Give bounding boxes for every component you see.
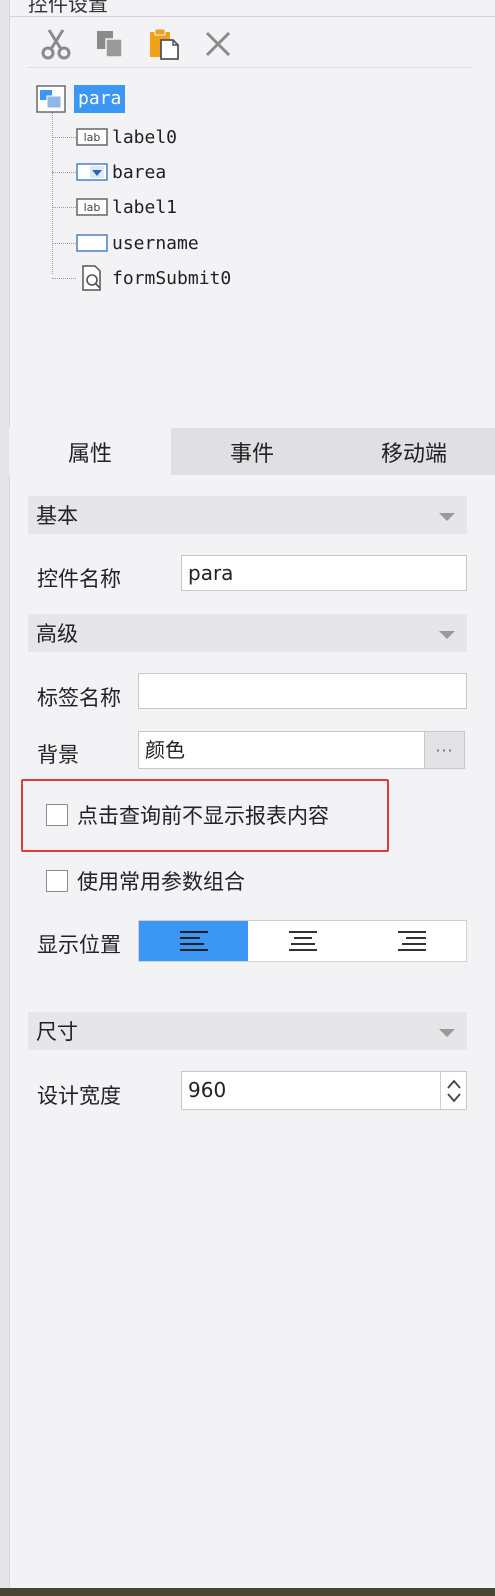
background-input[interactable]: 颜色	[138, 731, 425, 769]
design-width-label: 设计宽度	[37, 1084, 121, 1108]
section-basic[interactable]: 基本	[28, 496, 467, 534]
position-align-group	[138, 920, 467, 962]
tree-branch	[52, 277, 76, 279]
chevron-down-icon	[439, 1029, 455, 1037]
align-right-icon	[397, 931, 426, 951]
label-widget-icon: lab	[76, 126, 108, 148]
tree-node-label: username	[112, 232, 199, 254]
tree-node-label: barea	[112, 161, 167, 183]
background-label: 背景	[37, 743, 79, 767]
textbox-widget-icon	[76, 232, 108, 254]
close-icon	[205, 31, 231, 57]
hide-before-query-checkbox[interactable]: 点击查询前不显示报表内容	[46, 800, 329, 830]
label-widget-icon: lab	[76, 196, 108, 218]
section-title: 高级	[36, 622, 78, 646]
tree-node-label0[interactable]: lab label0	[52, 122, 177, 152]
section-title: 基本	[36, 504, 78, 528]
tab-properties[interactable]: 属性	[9, 428, 171, 475]
bottom-edge-bar	[0, 1588, 495, 1596]
background-picker-button[interactable]: ···	[424, 731, 465, 769]
section-title: 尺寸	[36, 1020, 78, 1044]
checkbox-label: 点击查询前不显示报表内容	[77, 804, 329, 828]
left-edge-strip	[0, 0, 10, 1588]
copy-button[interactable]	[92, 26, 128, 62]
query-button-icon	[76, 265, 108, 291]
align-center-icon	[288, 931, 317, 951]
tree-node-label: label1	[112, 196, 178, 218]
tree-node-para[interactable]: para	[36, 84, 126, 114]
tree-branch	[52, 206, 76, 208]
parameter-panel-icon	[36, 85, 66, 113]
tab-events[interactable]: 事件	[171, 428, 333, 475]
design-width-stepper[interactable]	[440, 1072, 467, 1109]
tree-node-username[interactable]: username	[52, 228, 199, 258]
chevron-down-icon[interactable]	[446, 1091, 462, 1105]
tag-name-label: 标签名称	[37, 686, 121, 710]
panel-title: 控件设置	[28, 0, 108, 16]
widget-name-input[interactable]: para	[181, 555, 467, 591]
delete-button[interactable]	[200, 26, 236, 62]
checkbox-box[interactable]	[46, 870, 68, 892]
tree-node-label: formSubmit0	[112, 267, 232, 289]
tree-node-label: para	[74, 85, 126, 113]
tree-branch	[52, 136, 76, 138]
tree-node-label1[interactable]: lab label1	[52, 192, 177, 222]
align-right-button[interactable]	[357, 921, 466, 961]
widget-toolbar	[38, 26, 236, 62]
chevron-down-icon	[439, 631, 455, 639]
svg-text:lab: lab	[84, 201, 101, 214]
tab-mobile[interactable]: 移动端	[333, 428, 495, 475]
checkbox-label: 使用常用参数组合	[77, 870, 245, 894]
checkbox-box[interactable]	[46, 804, 68, 826]
widget-name-label: 控件名称	[37, 567, 121, 591]
divider	[28, 67, 473, 68]
dropdown-widget-icon	[76, 161, 108, 183]
tree-branch	[52, 171, 76, 173]
chevron-up-icon[interactable]	[446, 1077, 462, 1091]
align-left-icon	[179, 931, 208, 951]
paste-button[interactable]	[146, 26, 182, 62]
divider	[10, 16, 495, 17]
tree-node-barea[interactable]: barea	[52, 157, 166, 187]
chevron-down-icon	[439, 513, 455, 521]
cut-button[interactable]	[38, 26, 74, 62]
design-width-input[interactable]: 960	[181, 1071, 467, 1110]
copy-icon	[97, 31, 123, 58]
property-tabs: 属性 事件 移动端	[9, 428, 495, 475]
align-center-button[interactable]	[248, 921, 357, 961]
tree-node-label: label0	[112, 126, 178, 148]
scissors-icon	[41, 29, 71, 60]
section-size[interactable]: 尺寸	[28, 1012, 467, 1050]
tag-name-input[interactable]	[138, 673, 467, 709]
use-common-params-checkbox[interactable]: 使用常用参数组合	[46, 866, 245, 896]
section-advanced[interactable]: 高级	[28, 614, 467, 652]
position-label: 显示位置	[37, 933, 121, 957]
paste-icon	[150, 28, 179, 60]
tree-branch	[52, 242, 76, 244]
tree-node-formsubmit0[interactable]: formSubmit0	[52, 263, 231, 293]
align-left-button[interactable]	[139, 921, 248, 961]
svg-text:lab: lab	[84, 131, 101, 144]
